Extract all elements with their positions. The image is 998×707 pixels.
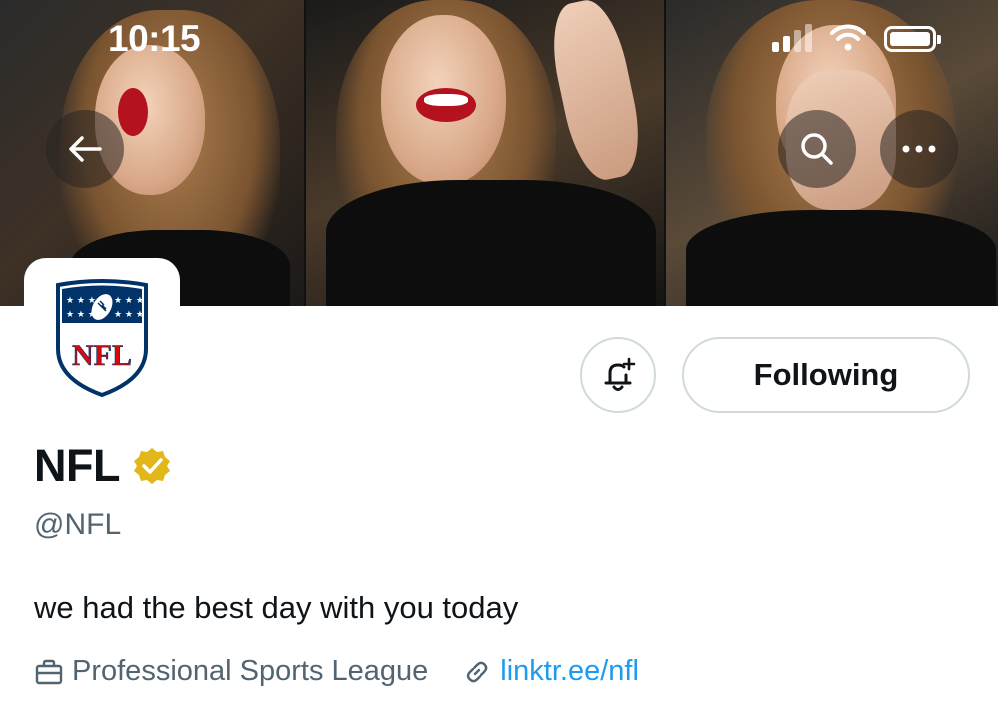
back-button[interactable]	[46, 110, 124, 188]
verified-gold-badge-icon[interactable]	[132, 446, 172, 486]
svg-text:★ ★ ★: ★ ★ ★	[66, 310, 96, 320]
more-horizontal-icon	[902, 145, 936, 153]
profile-bio: we had the best day with you today	[34, 590, 519, 625]
cellular-signal-icon	[772, 24, 812, 52]
link-icon	[467, 661, 488, 682]
more-options-button[interactable]	[880, 110, 958, 188]
following-button[interactable]: Following	[682, 337, 970, 413]
profile-avatar[interactable]: ★ ★ ★ ★ ★ ★ ★ ★ ★ ★ ★ ★ NFL	[24, 258, 180, 418]
profile-name-row: NFL	[34, 440, 172, 492]
svg-text:★ ★ ★: ★ ★ ★	[66, 296, 96, 306]
arrow-left-icon	[69, 136, 102, 162]
profile-link[interactable]: linktr.ee/nfl	[462, 655, 639, 688]
banner-photo-2	[306, 0, 664, 306]
svg-text:★ ★ ★: ★ ★ ★	[114, 310, 144, 320]
wifi-icon	[830, 24, 866, 51]
battery-level	[890, 32, 930, 46]
search-button[interactable]	[778, 110, 856, 188]
profile-category: Professional Sports League	[34, 655, 428, 688]
profile-handle: @NFL	[34, 508, 122, 541]
svg-text:★ ★ ★: ★ ★ ★	[114, 296, 144, 306]
svg-text:NFL: NFL	[72, 339, 132, 372]
search-icon	[801, 133, 833, 165]
briefcase-icon	[35, 659, 63, 684]
profile-name: NFL	[34, 440, 120, 491]
profile-link-text[interactable]: linktr.ee/nfl	[500, 655, 639, 688]
nfl-shield-logo: ★ ★ ★ ★ ★ ★ ★ ★ ★ ★ ★ ★ NFL	[56, 279, 148, 397]
profile-meta-row: Professional Sports League linktr.ee/nfl	[34, 655, 639, 688]
profile-category-label: Professional Sports League	[72, 655, 429, 687]
battery-icon	[884, 26, 941, 52]
notifications-button[interactable]	[580, 337, 656, 413]
status-bar-icons	[772, 22, 941, 52]
status-bar-time: 10:15	[108, 18, 201, 59]
bell-plus-icon	[604, 357, 636, 391]
